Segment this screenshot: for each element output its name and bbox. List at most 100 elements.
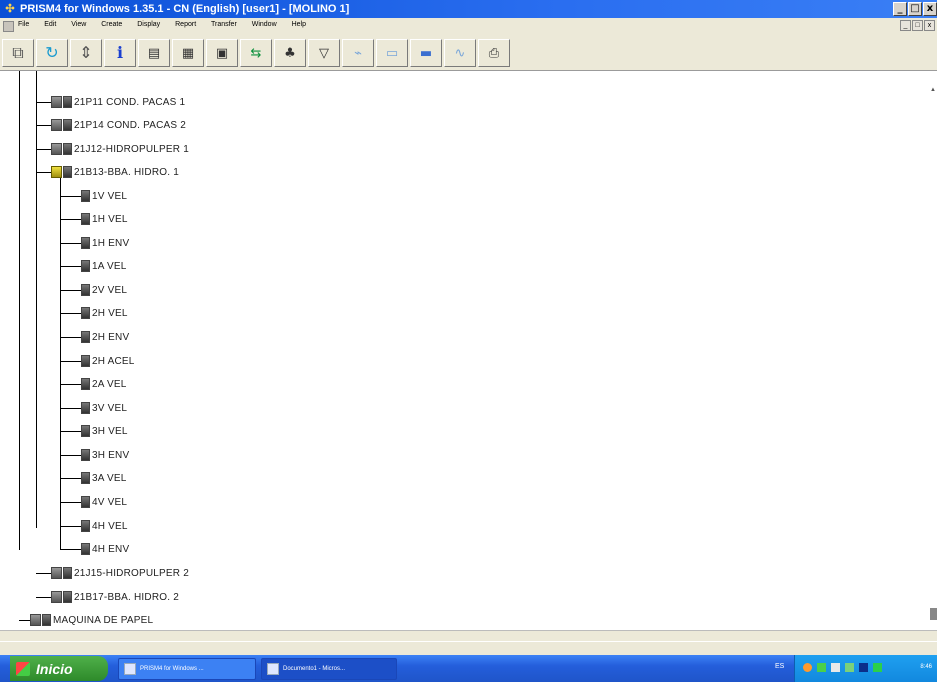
tree-node[interactable]: 21J12-HIDROPULPER 1 [51, 141, 189, 157]
machine-icon [63, 166, 72, 178]
point-icon [81, 190, 90, 202]
menu-view[interactable]: View [71, 21, 86, 28]
menu-bar: File Edit View Create Display Report Tra… [0, 18, 937, 34]
tray-icon[interactable] [859, 663, 868, 672]
info-icon[interactable]: i [104, 39, 136, 67]
tray-icon[interactable] [845, 663, 854, 672]
chart-icon-2[interactable]: ▭ [376, 39, 408, 67]
vertical-scrollbar[interactable]: ▲ [930, 71, 937, 630]
menu-display[interactable]: Display [137, 21, 160, 28]
machine-icon [63, 143, 72, 155]
route-icon[interactable]: ⇆ [240, 39, 272, 67]
mdi-minimize-button[interactable]: _ [900, 20, 911, 31]
mdi-close-button[interactable]: x [924, 20, 935, 31]
tree-point[interactable]: 2H ENV [81, 329, 129, 345]
tree-point[interactable]: 1H ENV [81, 235, 129, 251]
scroll-thumb[interactable] [930, 608, 937, 620]
tree-branch [60, 243, 81, 244]
chart-icon-4[interactable]: ∿ [444, 39, 476, 67]
tray-icon[interactable] [831, 663, 840, 672]
tree-branch [60, 196, 81, 197]
tree-point[interactable]: 3A VEL [81, 470, 127, 486]
menu-file[interactable]: File [18, 21, 29, 28]
scroll-up-icon[interactable]: ▲ [930, 87, 936, 93]
tree-point[interactable]: 3H VEL [81, 423, 128, 439]
tree-point[interactable]: 2H VEL [81, 305, 128, 321]
tray-icon[interactable] [817, 663, 826, 672]
minimize-button[interactable]: _ [893, 2, 907, 16]
tree-node[interactable]: MAQUINA DE PAPEL [30, 612, 153, 628]
tree-branch [60, 384, 81, 385]
maximize-button[interactable]: □ [908, 2, 922, 16]
tree-node[interactable]: 21B17-BBA. HIDRO. 2 [51, 589, 179, 605]
close-button[interactable]: x [923, 2, 937, 16]
tree-point[interactable]: 2A VEL [81, 376, 127, 392]
menu-create[interactable]: Create [101, 21, 122, 28]
tree-branch [60, 549, 81, 550]
tree-branch [60, 502, 81, 503]
chart-icon-1[interactable]: ⌁ [342, 39, 374, 67]
tree-line-root [19, 71, 20, 550]
point-icon [81, 472, 90, 484]
tree-view[interactable]: 21P11 COND. PACAS 1 21P14 COND. PACAS 2 … [0, 71, 930, 630]
tree-point[interactable]: 2V VEL [81, 282, 127, 298]
tray-icon[interactable] [873, 663, 882, 672]
point-icon [81, 425, 90, 437]
tree-node-selected[interactable]: 21B13-BBA. HIDRO. 1 [51, 164, 179, 180]
machine-icon [51, 96, 62, 108]
pointer-icon[interactable]: ⇕ [70, 39, 102, 67]
tree-line-level1 [36, 71, 37, 528]
grid-icon-1[interactable]: ▤ [138, 39, 170, 67]
taskbar-item-prism4[interactable]: PRISM4 for Windows ... [118, 658, 256, 680]
taskbar: Inicio PRISM4 for Windows ... Documento1… [0, 655, 937, 682]
tree-node[interactable]: 21J15-HIDROPULPER 2 [51, 565, 189, 581]
start-button[interactable]: Inicio [10, 656, 108, 681]
language-indicator[interactable]: ES [775, 663, 784, 670]
tree-point[interactable]: 1A VEL [81, 258, 127, 274]
filter-icon[interactable]: ▽ [308, 39, 340, 67]
grid-icon-2[interactable]: ▦ [172, 39, 204, 67]
tree-node[interactable]: 21P14 COND. PACAS 2 [51, 117, 186, 133]
point-icon [81, 213, 90, 225]
tree-icon[interactable]: ♣ [274, 39, 306, 67]
tree-branch [36, 172, 51, 173]
horizontal-scrollbar[interactable] [0, 630, 937, 641]
menu-edit[interactable]: Edit [44, 21, 56, 28]
menu-report[interactable]: Report [175, 21, 196, 28]
menu-items: File Edit View Create Display Report Tra… [18, 21, 319, 28]
tree-point[interactable]: 1H VEL [81, 211, 128, 227]
network-icon[interactable]: ⧉ [2, 39, 34, 67]
tray-icon[interactable] [803, 663, 812, 672]
area-icon [42, 614, 51, 626]
tree-point[interactable]: 3H ENV [81, 447, 129, 463]
tree-point[interactable]: 4H VEL [81, 518, 128, 534]
mdi-restore-button[interactable]: □ [912, 20, 923, 31]
refresh-icon[interactable]: ↻ [36, 39, 68, 67]
tree-point[interactable]: 2H ACEL [81, 353, 135, 369]
tree-point[interactable]: 4V VEL [81, 494, 127, 510]
word-icon [267, 663, 279, 675]
menu-transfer[interactable]: Transfer [211, 21, 237, 28]
tree-branch [36, 597, 51, 598]
title-bar[interactable]: ✣ PRISM4 for Windows 1.35.1 - CN (Englis… [0, 0, 937, 18]
tree-point[interactable]: 3V VEL [81, 400, 127, 416]
clock[interactable]: 8:46 [920, 664, 932, 670]
tree-branch [60, 408, 81, 409]
taskbar-item-document[interactable]: Documento1 - Micros... [261, 658, 397, 680]
tree-point[interactable]: 1V VEL [81, 188, 127, 204]
mdi-controls: _ □ x [899, 20, 935, 31]
chart-icon-3[interactable]: ▬ [410, 39, 442, 67]
menu-help[interactable]: Help [292, 21, 306, 28]
tree-node[interactable]: 21P11 COND. PACAS 1 [51, 94, 185, 110]
tree-point[interactable]: 4H ENV [81, 541, 129, 557]
tree-branch [60, 526, 81, 527]
tree-line-level2 [60, 176, 61, 549]
document-icon[interactable] [3, 21, 14, 32]
print-icon[interactable]: ⎙ [478, 39, 510, 67]
machine-icon [51, 119, 62, 131]
menu-window[interactable]: Window [252, 21, 277, 28]
point-icon [81, 378, 90, 390]
tree-branch [36, 573, 51, 574]
grid-icon-3[interactable]: ▣ [206, 39, 238, 67]
window-title: PRISM4 for Windows 1.35.1 - CN (English)… [20, 3, 350, 15]
